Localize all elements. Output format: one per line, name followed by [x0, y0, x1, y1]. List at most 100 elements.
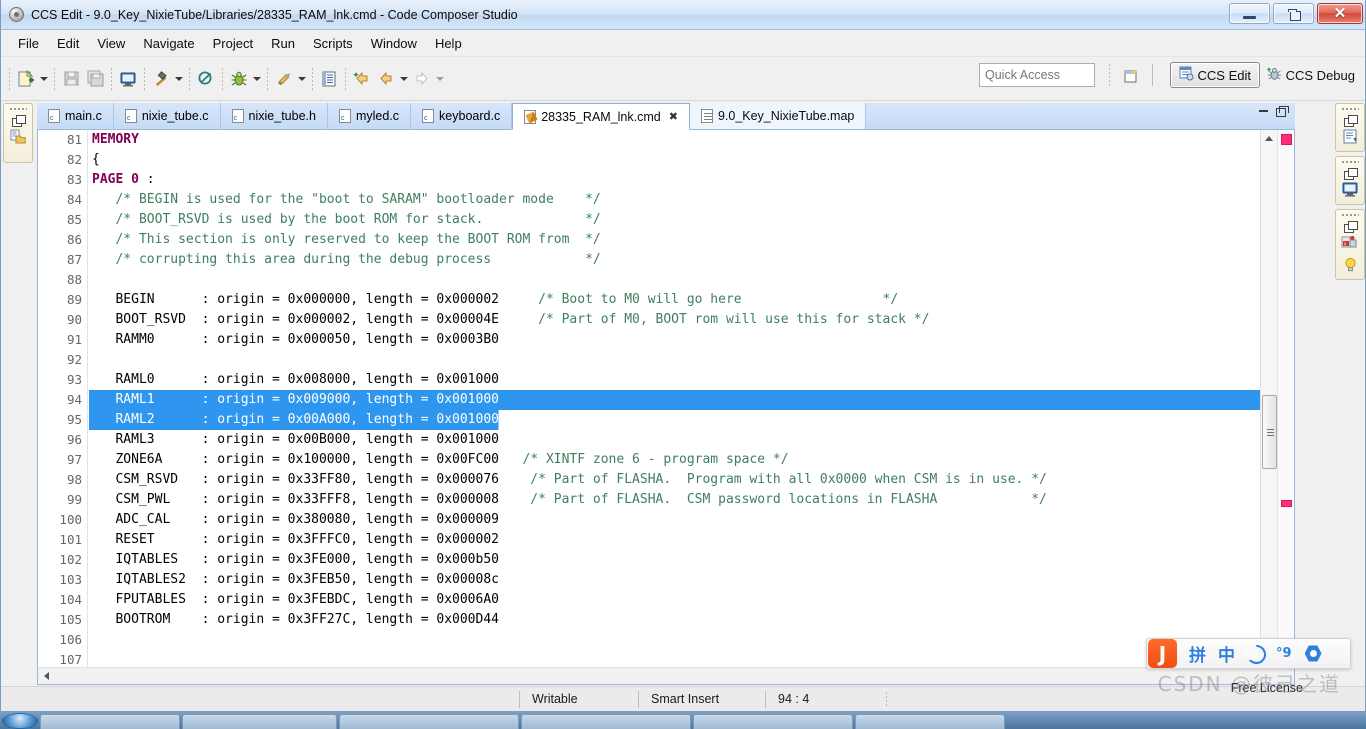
back-arrow-icon[interactable]	[374, 67, 398, 91]
restore-panel-icon[interactable]	[1343, 115, 1358, 127]
debug-bug-icon[interactable]	[227, 67, 251, 91]
drag-handle-dots[interactable]	[9, 106, 27, 111]
code-line[interactable]: /* BOOT_RSVD is used by the boot ROM for…	[89, 210, 1260, 230]
tab-nixie-tube-c[interactable]: nixie_tube.c	[114, 103, 221, 129]
project-explorer-icon[interactable]	[10, 129, 27, 148]
drag-handle-dots[interactable]	[1341, 159, 1359, 164]
code-line[interactable]	[89, 270, 1260, 290]
code-line[interactable]: RAMM0 : origin = 0x000050, length = 0x00…	[89, 330, 1260, 350]
tab-9-0-key-nixietube-map[interactable]: 9.0_Key_NixieTube.map	[689, 103, 867, 129]
ruler-marker[interactable]	[1281, 134, 1292, 145]
console-view-icon[interactable]	[1341, 182, 1359, 201]
new-perspective-icon[interactable]	[1119, 64, 1143, 88]
code-line[interactable]	[89, 350, 1260, 370]
vertical-scrollbar[interactable]	[1260, 130, 1277, 650]
code-line[interactable]: /* BEGIN is used for the "boot to SARAM"…	[89, 190, 1260, 210]
code-line[interactable]: RAML2 : origin = 0x00A000, length = 0x00…	[89, 410, 1260, 430]
maximize-editor-stack-icon[interactable]	[1276, 106, 1289, 117]
tab-28335-ram-lnk-cmd[interactable]: 28335_RAM_lnk.cmd ✖	[512, 103, 690, 130]
build-dropdown[interactable]	[173, 67, 185, 91]
horizontal-scrollbar[interactable]	[38, 667, 1294, 684]
code-line[interactable]: ZONE6A : origin = 0x100000, length = 0x0…	[89, 450, 1260, 470]
code-line[interactable]: MEMORY	[89, 130, 1260, 150]
pencil-dropdown[interactable]	[296, 67, 308, 91]
code-line[interactable]: PAGE 0 :	[89, 170, 1260, 190]
advice-bulb-icon[interactable]	[1343, 257, 1358, 276]
code-editor[interactable]: 81 82 83 84 85 86 87 88 89 90 91 92 93 94 95 96 97 98 99 10…	[37, 130, 1295, 685]
taskbar-item[interactable]	[521, 714, 691, 729]
code-line[interactable]: CSM_PWL : origin = 0x33FFF8, length = 0x…	[89, 490, 1260, 510]
menu-navigate[interactable]: Navigate	[134, 32, 203, 55]
tab-keyboard-c[interactable]: keyboard.c	[411, 103, 513, 129]
scroll-left-button[interactable]	[38, 668, 54, 684]
perspective-ccs-edit[interactable]: CCS Edit	[1169, 62, 1260, 88]
vertical-scroll-thumb[interactable]	[1262, 395, 1277, 469]
ime-toolbar[interactable]: J 拼 中 °9	[1146, 638, 1351, 669]
ruler-marker[interactable]	[1281, 500, 1292, 507]
code-line[interactable]: IQTABLES2 : origin = 0x3FEB50, length = …	[89, 570, 1260, 590]
menu-view[interactable]: View	[88, 32, 134, 55]
minimize-button[interactable]	[1229, 3, 1270, 24]
tab-myled-c[interactable]: myled.c	[328, 103, 412, 129]
code-line[interactable]	[89, 650, 1260, 667]
taskbar-item[interactable]	[182, 714, 337, 729]
back-with-star-icon[interactable]	[350, 67, 374, 91]
tab-nixie-tube-h[interactable]: nixie_tube.h	[221, 103, 328, 129]
menu-window[interactable]: Window	[362, 32, 426, 55]
minimize-editor-stack-icon[interactable]	[1259, 109, 1268, 112]
code-line[interactable]: {	[89, 150, 1260, 170]
restore-panel-icon[interactable]	[11, 115, 26, 127]
new-file-icon[interactable]	[14, 67, 38, 91]
code-line[interactable]	[89, 630, 1260, 650]
moon-icon[interactable]	[1243, 643, 1266, 664]
close-button[interactable]: ✕	[1317, 3, 1363, 24]
code-line[interactable]: ADC_CAL : origin = 0x380080, length = 0x…	[89, 510, 1260, 530]
code-line[interactable]: RAML0 : origin = 0x008000, length = 0x00…	[89, 370, 1260, 390]
code-text[interactable]: MEMORY {PAGE 0 : /* BEGIN is used for the…	[89, 130, 1260, 667]
drag-handle-dots[interactable]	[1341, 106, 1359, 111]
menu-file[interactable]: File	[9, 32, 48, 55]
overview-ruler[interactable]	[1277, 130, 1294, 650]
perspective-ccs-debug[interactable]: CCS Debug	[1261, 62, 1361, 88]
build-hammer-icon[interactable]	[149, 67, 173, 91]
quick-access-input[interactable]: Quick Access	[979, 63, 1095, 87]
no-entry-icon[interactable]	[194, 67, 218, 91]
console-icon[interactable]	[116, 67, 140, 91]
code-line[interactable]: RAML3 : origin = 0x00B000, length = 0x00…	[89, 430, 1260, 450]
menu-project[interactable]: Project	[204, 32, 262, 55]
taskbar-item[interactable]	[40, 714, 180, 729]
code-line[interactable]: BOOT_RSVD : origin = 0x000002, length = …	[89, 310, 1260, 330]
code-line[interactable]: RESET : origin = 0x3FFFC0, length = 0x00…	[89, 530, 1260, 550]
ime-pinyin-mode[interactable]: 拼	[1189, 641, 1206, 666]
sogou-logo-icon[interactable]: J	[1148, 639, 1177, 668]
restore-button[interactable]	[1273, 3, 1314, 24]
menu-scripts[interactable]: Scripts	[304, 32, 362, 55]
code-line[interactable]: /* corrupting this area during the debug…	[89, 250, 1260, 270]
new-file-dropdown[interactable]	[38, 67, 50, 91]
menu-help[interactable]: Help	[426, 32, 471, 55]
outline-view-icon[interactable]	[317, 67, 341, 91]
problems-view-icon[interactable]: x	[1341, 235, 1359, 254]
menu-run[interactable]: Run	[262, 32, 304, 55]
taskbar-item[interactable]	[693, 714, 853, 729]
back-dropdown[interactable]	[398, 67, 410, 91]
pencil-icon[interactable]	[272, 67, 296, 91]
ime-degree[interactable]: °9	[1276, 646, 1292, 661]
code-line[interactable]: BEGIN : origin = 0x000000, length = 0x00…	[89, 290, 1260, 310]
tab-close-icon[interactable]: ✖	[669, 110, 678, 123]
code-line[interactable]: RAML1 : origin = 0x009000, length = 0x00…	[89, 390, 1260, 410]
start-button[interactable]	[2, 713, 38, 729]
drag-handle-dots[interactable]	[1341, 212, 1359, 217]
ime-chinese-mode[interactable]: 中	[1218, 641, 1235, 666]
taskbar-item[interactable]	[339, 714, 519, 729]
debug-dropdown[interactable]	[251, 67, 263, 91]
taskbar-item[interactable]	[855, 714, 1005, 729]
tab-main-c[interactable]: main.c	[37, 103, 114, 129]
scroll-up-button[interactable]	[1261, 130, 1277, 146]
restore-panel-icon[interactable]	[1343, 221, 1358, 233]
code-line[interactable]: /* This section is only reserved to keep…	[89, 230, 1260, 250]
code-line[interactable]: FPUTABLES : origin = 0x3FEBDC, length = …	[89, 590, 1260, 610]
outline-view-icon[interactable]	[1342, 129, 1359, 148]
hexagon-icon[interactable]	[1304, 645, 1322, 662]
code-line[interactable]: IQTABLES : origin = 0x3FE000, length = 0…	[89, 550, 1260, 570]
